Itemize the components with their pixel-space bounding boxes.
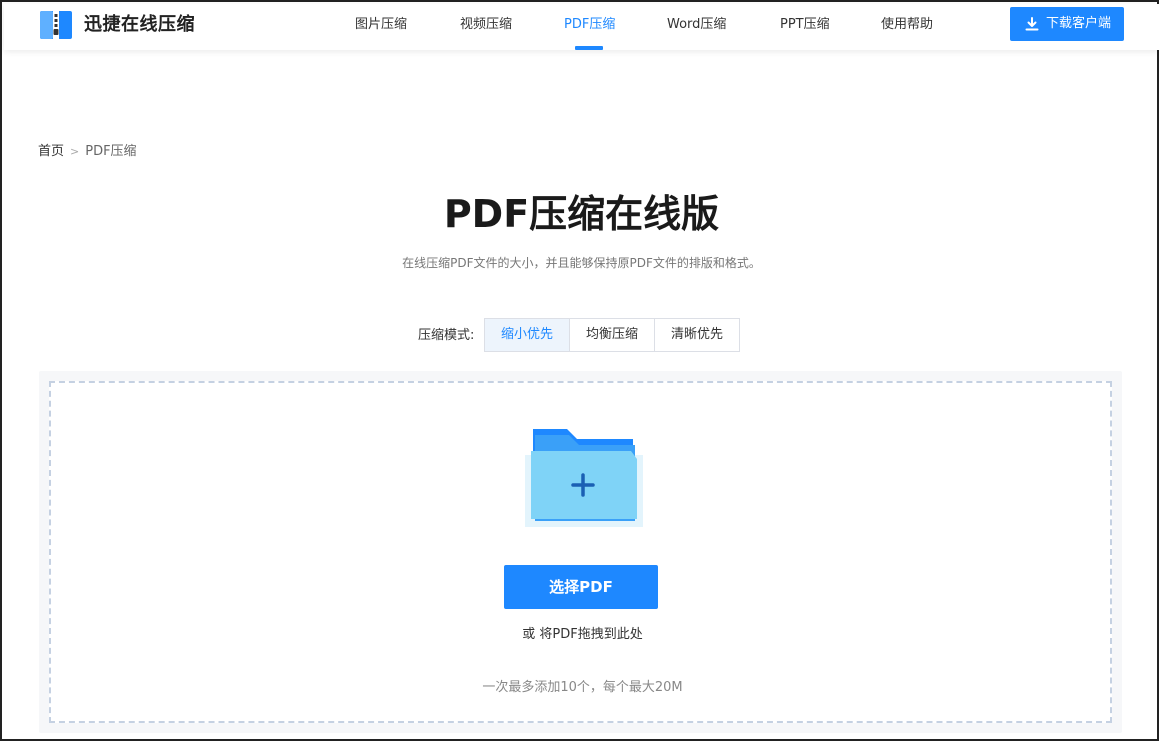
browser-frame: 迅捷在线压缩 图片压缩 视频压缩 PDF压缩 Word压缩 PPT压缩 使用帮助… [0, 0, 1159, 741]
drop-area[interactable]: 选择PDF 或 将PDF拖拽到此处 一次最多添加10个，每个最大20M [49, 381, 1112, 723]
nav-pdf-compress[interactable]: PDF压缩 [564, 16, 615, 34]
nav-help[interactable]: 使用帮助 [881, 16, 933, 34]
breadcrumb-current: PDF压缩 [85, 144, 137, 159]
breadcrumb-home[interactable]: 首页 [38, 144, 64, 159]
chevron-right-icon: > [70, 145, 80, 158]
download-icon [1025, 17, 1039, 31]
download-client-label: 下载客户端 [1046, 16, 1112, 31]
nav-word-compress[interactable]: Word压缩 [667, 16, 726, 34]
nav-ppt-compress[interactable]: PPT压缩 [780, 16, 830, 34]
nav-video-compress[interactable]: 视频压缩 [460, 16, 512, 34]
download-client-button[interactable]: 下载客户端 [1010, 7, 1124, 41]
nav-image-compress[interactable]: 图片压缩 [355, 16, 407, 34]
page-title: PDF压缩在线版 [443, 192, 720, 236]
upload-limit-hint: 一次最多添加10个，每个最大20M [482, 680, 683, 695]
upload-zone[interactable]: 选择PDF 或 将PDF拖拽到此处 一次最多添加10个，每个最大20M [39, 371, 1122, 733]
folder-plus-icon[interactable] [525, 425, 643, 527]
mode-clarity-priority[interactable]: 清晰优先 [654, 318, 740, 352]
brand-name[interactable]: 迅捷在线压缩 [84, 13, 195, 37]
select-pdf-button[interactable]: 选择PDF [504, 565, 658, 609]
compress-mode-label: 压缩模式: [418, 328, 475, 343]
active-nav-indicator [575, 46, 603, 50]
mode-shrink-priority[interactable]: 缩小优先 [484, 318, 570, 352]
mode-balanced[interactable]: 均衡压缩 [569, 318, 655, 352]
page-subtitle: 在线压缩PDF文件的大小，并且能够保持原PDF文件的排版和格式。 [402, 256, 761, 270]
breadcrumb: 首页 > PDF压缩 [38, 143, 137, 161]
top-header: 迅捷在线压缩 图片压缩 视频压缩 PDF压缩 Word压缩 PPT压缩 使用帮助… [4, 4, 1159, 50]
zip-file-icon[interactable] [38, 9, 74, 41]
drag-hint: 或 将PDF拖拽到此处 [522, 627, 643, 642]
compress-mode-selector: 缩小优先 均衡压缩 清晰优先 [484, 318, 740, 352]
